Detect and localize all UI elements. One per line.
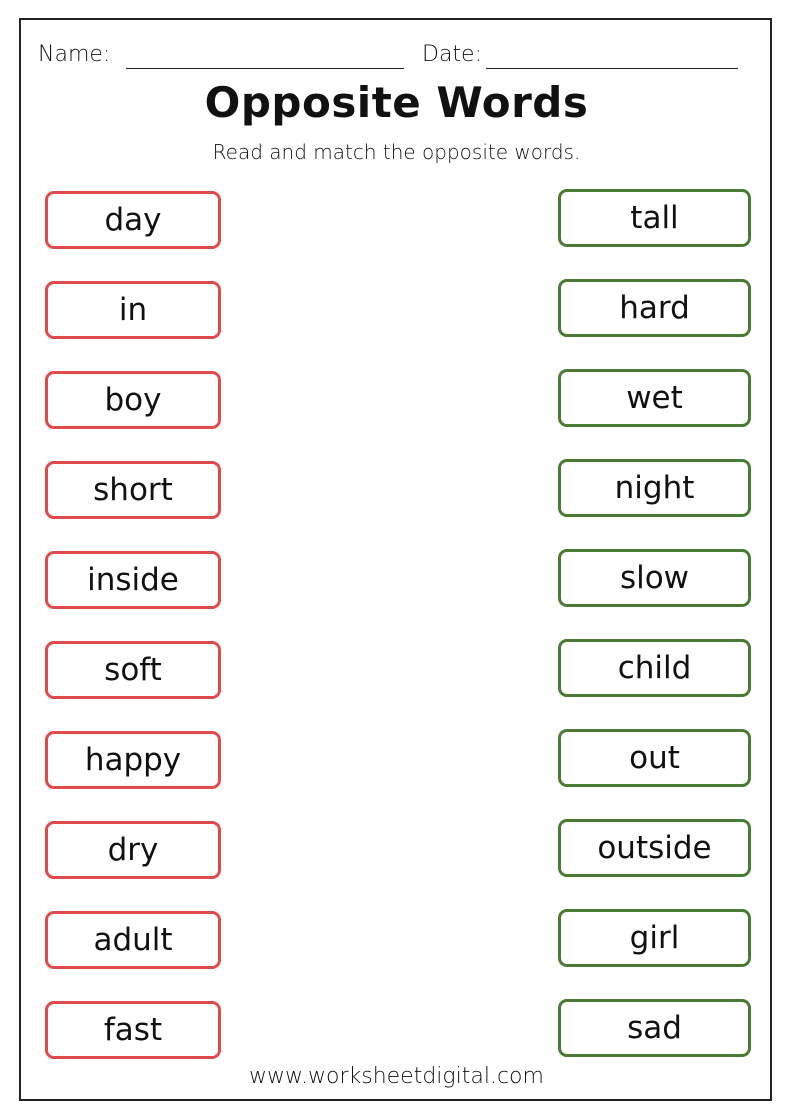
date-field-line[interactable] [486,68,738,69]
right-word-box[interactable]: wet [558,369,751,427]
right-word-box[interactable]: outside [558,819,751,877]
right-word-box[interactable]: night [558,459,751,517]
instructions: Read and match the opposite words. [212,140,581,164]
right-word-box[interactable]: girl [558,909,751,967]
left-word-box[interactable]: day [45,191,221,249]
left-word-box[interactable]: dry [45,821,221,879]
page-title: Opposite Words [204,78,589,127]
right-word-box[interactable]: sad [558,999,751,1057]
right-word-box[interactable]: out [558,729,751,787]
left-word-box[interactable]: in [45,281,221,339]
right-word-box[interactable]: tall [558,189,751,247]
left-word-box[interactable]: adult [45,911,221,969]
right-word-box[interactable]: child [558,639,751,697]
right-word-box[interactable]: hard [558,279,751,337]
left-word-box[interactable]: inside [45,551,221,609]
name-field-line[interactable] [126,68,404,69]
left-word-box[interactable]: short [45,461,221,519]
header-row: Name: Date: [38,42,748,72]
left-word-box[interactable]: happy [45,731,221,789]
right-word-box[interactable]: slow [558,549,751,607]
name-label: Name: [38,42,111,67]
left-word-box[interactable]: soft [45,641,221,699]
left-word-box[interactable]: fast [45,1001,221,1059]
left-word-box[interactable]: boy [45,371,221,429]
date-label: Date: [422,42,482,67]
footer-url: www.worksheetdigital.com [249,1064,544,1089]
